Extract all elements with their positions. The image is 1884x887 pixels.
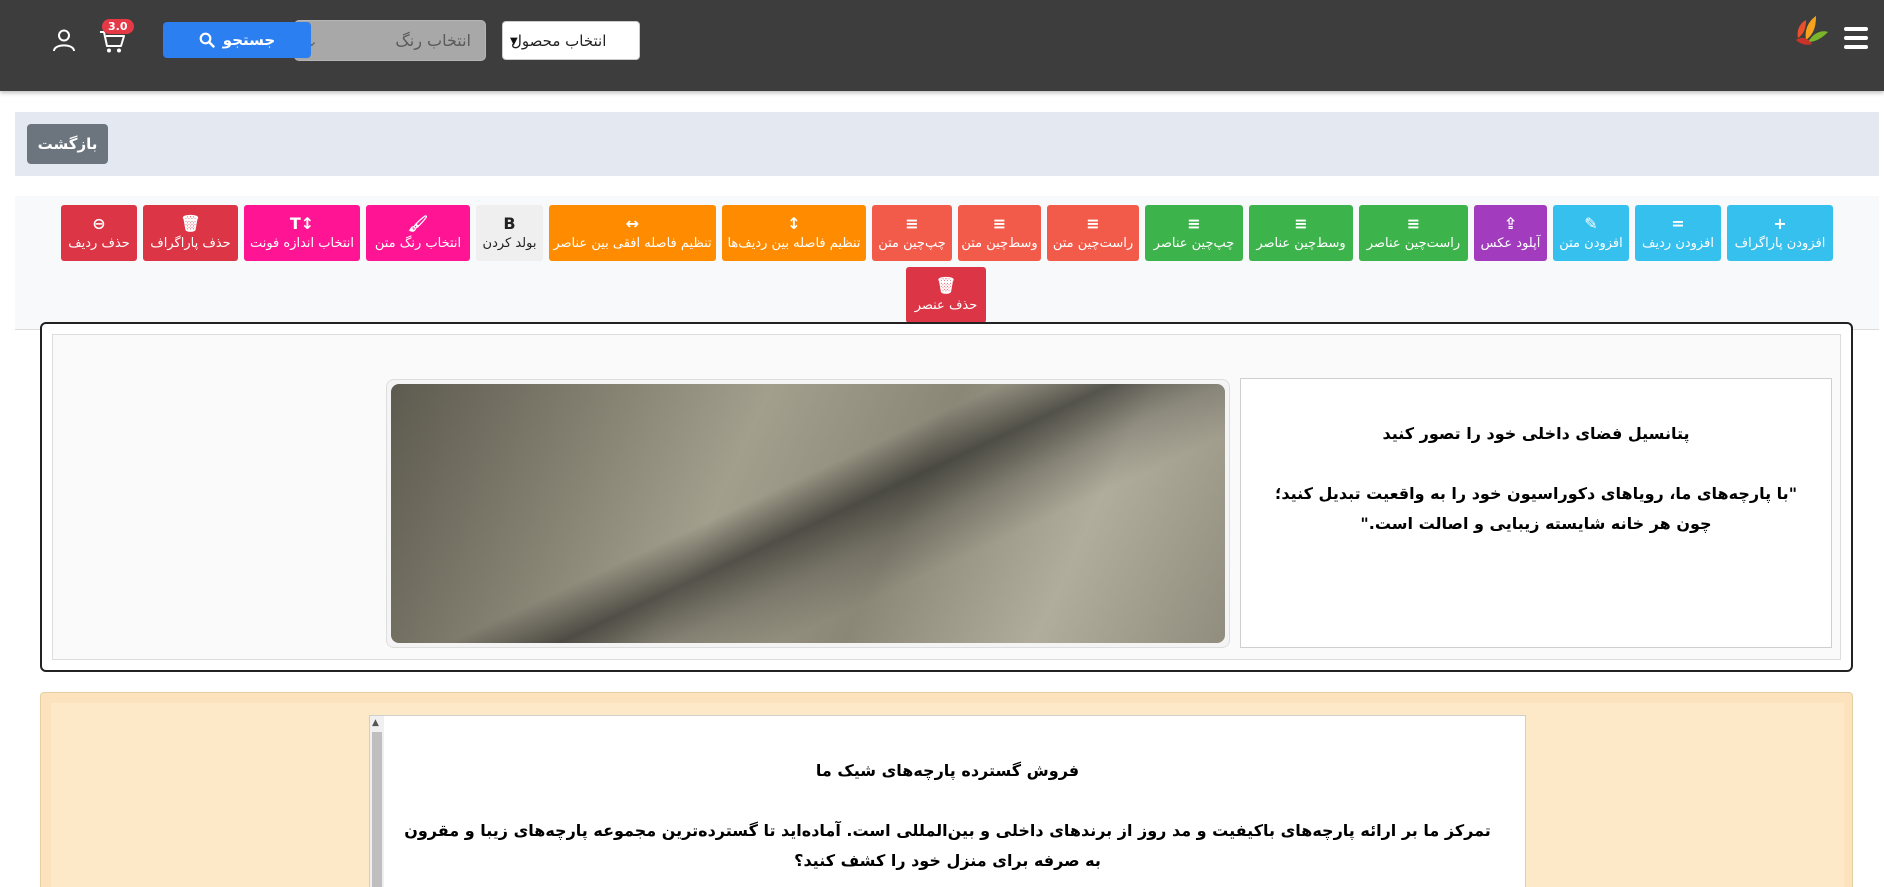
back-button[interactable]: بازگشت	[27, 124, 108, 164]
trash-icon: 🗑	[935, 275, 957, 295]
top-navbar: انتخاب محصول ▼ انتخاب رنگ ⌄ جستجو 3.0	[0, 0, 1884, 91]
logo[interactable]	[1788, 10, 1832, 54]
trash-icon: 🗑	[180, 213, 201, 233]
add-row-label: افزودن ردیف	[1642, 235, 1714, 251]
align-text-left-button[interactable]: ≡ چپ‌چین متن	[872, 205, 952, 261]
text-element-1-title: پتانسیل فضای داخلی خود را تصور کنید	[1382, 424, 1690, 443]
add-paragraph-button[interactable]: + افزودن پاراگراف	[1727, 205, 1833, 261]
image-element[interactable]	[386, 379, 1230, 648]
search-icon	[199, 32, 215, 48]
text-align-right-icon: ≡	[1086, 213, 1100, 233]
align-elements-right-button[interactable]: ≡ راست‌چین عناصر	[1359, 205, 1468, 261]
bold-label: بولد کردن	[482, 235, 537, 251]
text-align-left-icon: ≡	[905, 213, 919, 233]
select-caret-icon: ▼	[510, 36, 518, 47]
delete-paragraph-button[interactable]: 🗑 حذف پاراگراف	[143, 205, 238, 261]
text-element-2[interactable]: فروش گسترده پارچه‌های شیک ما تمرکز ما بر…	[369, 715, 1526, 887]
scroll-up-icon[interactable]: ▲	[372, 718, 379, 728]
editor-toolbar: + افزودن پاراگراف = افزودن ردیف ✎ افزودن…	[15, 196, 1879, 330]
product-select-label: انتخاب محصول	[511, 31, 607, 50]
align-text-right-label: راست‌چین متن	[1052, 235, 1134, 251]
hamburger-icon[interactable]	[1844, 27, 1868, 49]
horizontal-arrows-icon: ↔	[625, 213, 640, 233]
align-elements-center-button[interactable]: ≡ وسط‌چین عناصر	[1249, 205, 1353, 261]
plus-icon: +	[1773, 213, 1787, 233]
text-element-2-body: تمرکز ما بر ارائه پارچه‌های باکیفیت و مد…	[404, 821, 1491, 870]
align-text-center-label: وسط‌چین متن	[961, 235, 1038, 251]
bold-icon: B	[503, 213, 516, 233]
align-text-center-button[interactable]: ≡ وسط‌چین متن	[958, 205, 1041, 261]
pencil-icon: ✎	[1584, 213, 1598, 233]
search-button-label: جستجو	[222, 31, 276, 49]
minus-circle-icon: ⊖	[92, 213, 106, 233]
text-height-icon: T↕	[289, 213, 315, 233]
align-elements-left-label: چپ‌چین عناصر	[1153, 235, 1235, 251]
align-elements-center-label: وسط‌چین عناصر	[1256, 235, 1346, 251]
fabric-image	[391, 384, 1225, 643]
add-row-button[interactable]: = افزودن ردیف	[1635, 205, 1721, 261]
equals-icon: =	[1671, 213, 1685, 233]
text-element-2-scrollbar[interactable]: ▲	[370, 716, 384, 887]
text-element-1[interactable]: پتانسیل فضای داخلی خود را تصور کنید "با …	[1240, 378, 1832, 648]
upload-icon: ⇪	[1503, 213, 1518, 233]
align-text-left-label: چپ‌چین متن	[878, 235, 946, 251]
horizontal-spacing-label: تنظیم فاصله افقی بین عناصر	[553, 235, 712, 251]
text-element-2-title: فروش گسترده پارچه‌های شیک ما	[815, 761, 1080, 780]
scrollbar-thumb[interactable]	[372, 732, 382, 887]
upload-image-label: آپلود عکس	[1480, 235, 1541, 251]
back-bar: بازگشت	[15, 112, 1879, 176]
add-text-button[interactable]: ✎ افزودن متن	[1553, 205, 1629, 261]
row-spacing-button[interactable]: ↕ تنظیم فاصله بین ردیف‌ها	[722, 205, 866, 261]
user-icon[interactable]	[52, 28, 76, 52]
cart-count-badge: 3.0	[102, 19, 134, 34]
delete-paragraph-label: حذف پاراگراف	[150, 235, 231, 251]
paintbrush-icon: 🖌	[407, 213, 429, 233]
color-select[interactable]: انتخاب رنگ ⌄	[294, 20, 486, 61]
align-text-right-button[interactable]: ≡ راست‌چین متن	[1047, 205, 1139, 261]
horizontal-spacing-button[interactable]: ↔ تنظیم فاصله افقی بین عناصر	[549, 205, 716, 261]
vertical-arrows-icon: ↕	[787, 213, 801, 233]
align-elements-left-button[interactable]: ≡ چپ‌چین عناصر	[1145, 205, 1243, 261]
search-button[interactable]: جستجو	[163, 22, 311, 58]
align-left-icon: ≡	[1187, 213, 1201, 233]
delete-element-label: حذف عنصر	[914, 297, 978, 313]
delete-row-button[interactable]: ⊖ حذف ردیف	[61, 205, 137, 261]
delete-element-button[interactable]: 🗑 حذف عنصر	[906, 267, 986, 323]
align-right-icon: ≡	[1406, 213, 1421, 233]
text-color-label: انتخاب رنگ متن	[374, 235, 462, 251]
add-text-label: افزودن متن	[1559, 235, 1623, 251]
product-select[interactable]: انتخاب محصول ▼	[502, 21, 640, 60]
align-center-icon: ≡	[1294, 213, 1308, 233]
upload-image-button[interactable]: ⇪ آپلود عکس	[1474, 205, 1547, 261]
font-size-label: انتخاب اندازه فونت	[249, 235, 355, 251]
color-select-label: انتخاب رنگ	[395, 31, 471, 50]
add-paragraph-label: افزودن پاراگراف	[1734, 235, 1826, 251]
row-spacing-label: تنظیم فاصله بین ردیف‌ها	[727, 235, 861, 251]
text-color-button[interactable]: 🖌 انتخاب رنگ متن	[366, 205, 470, 261]
font-size-button[interactable]: T↕ انتخاب اندازه فونت	[244, 205, 360, 261]
align-elements-right-label: راست‌چین عناصر	[1366, 235, 1461, 251]
text-element-1-body: "با پارچه‌های ما، رویاهای دکوراسیون خود …	[1274, 484, 1798, 533]
bold-button[interactable]: B بولد کردن	[476, 205, 543, 261]
delete-row-label: حذف ردیف	[68, 235, 130, 251]
text-align-center-icon: ≡	[992, 213, 1007, 233]
